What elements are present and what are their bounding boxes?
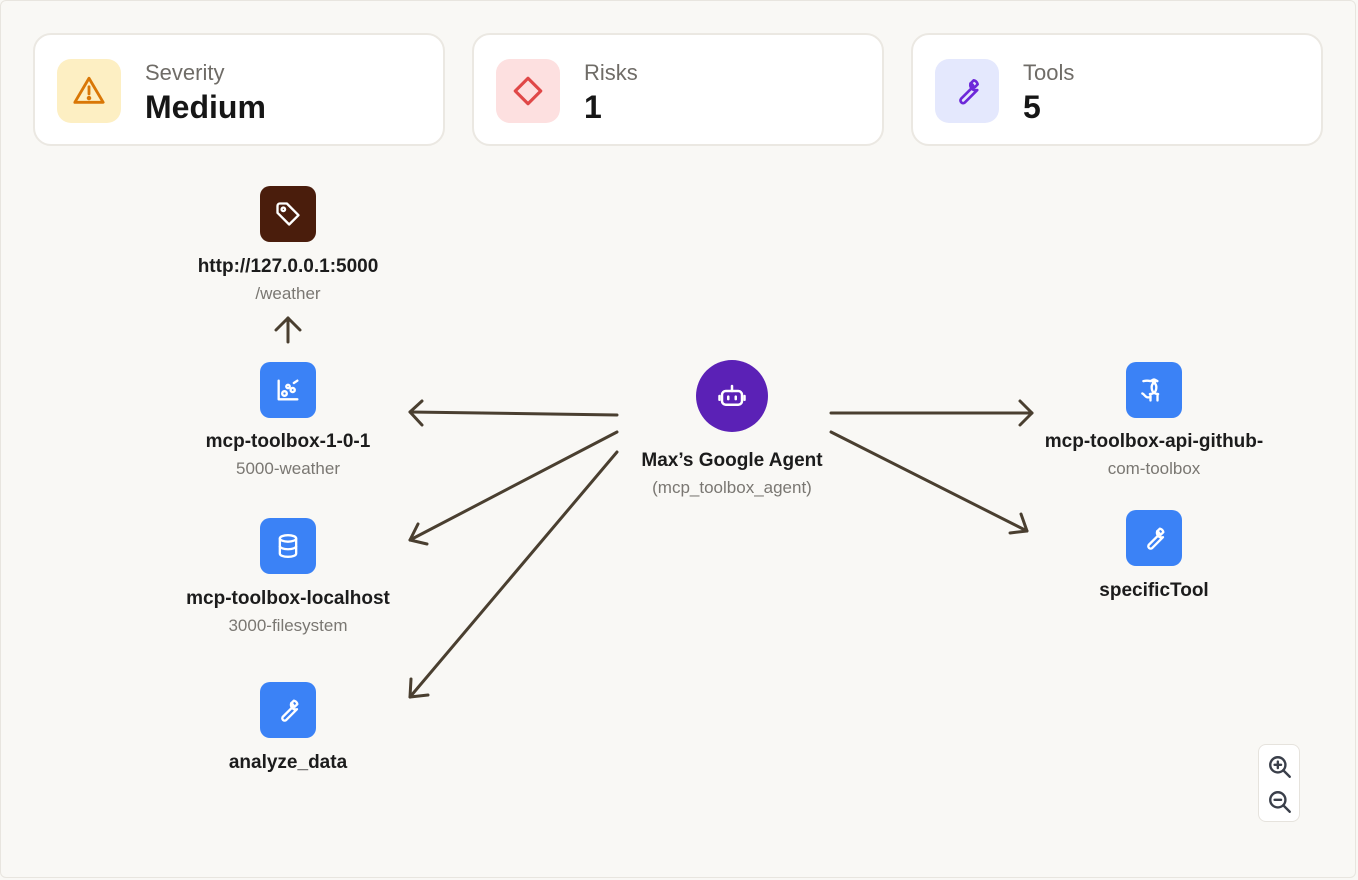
node-title-localhost[interactable]: mcp-toolbox-localhost <box>128 588 448 610</box>
edge-agent-to-github <box>829 399 1034 427</box>
node-title-specific-tool[interactable]: specificTool <box>994 580 1314 602</box>
database-icon[interactable] <box>260 518 316 574</box>
node-subtitle-localhost: 3000-filesystem <box>228 616 348 635</box>
zoom-controls <box>1258 744 1300 822</box>
edge-toolbox-to-endpoint <box>274 316 302 344</box>
zoom-in-icon[interactable] <box>1266 753 1294 781</box>
endpoint-subtitle: /weather <box>255 284 321 303</box>
endpoint-title[interactable]: http://127.0.0.1:5000 <box>128 256 448 278</box>
agent-subtitle: (mcp_toolbox_agent) <box>652 478 812 497</box>
wrench-icon[interactable] <box>1126 510 1182 566</box>
node-title-toolbox-1-0-1[interactable]: mcp-toolbox-1-0-1 <box>128 431 448 453</box>
node-subtitle-toolbox-1-0-1: 5000-weather <box>236 459 340 478</box>
tag-icon[interactable] <box>260 186 316 242</box>
chart-scatter-icon[interactable] <box>260 362 316 418</box>
node-title-github[interactable]: mcp-toolbox-api-github- <box>994 431 1314 453</box>
node-subtitle-github: com-toolbox <box>1107 459 1201 478</box>
node-title-analyze-data[interactable]: analyze_data <box>128 752 448 774</box>
edge-agent-to-toolbox-1-0-1 <box>408 399 619 427</box>
wrench-icon[interactable] <box>260 682 316 738</box>
agent-title[interactable]: Max’s Google Agent <box>572 450 892 472</box>
github-icon[interactable] <box>1126 362 1182 418</box>
zoom-out-icon[interactable] <box>1266 788 1294 816</box>
robot-icon[interactable] <box>696 360 768 432</box>
